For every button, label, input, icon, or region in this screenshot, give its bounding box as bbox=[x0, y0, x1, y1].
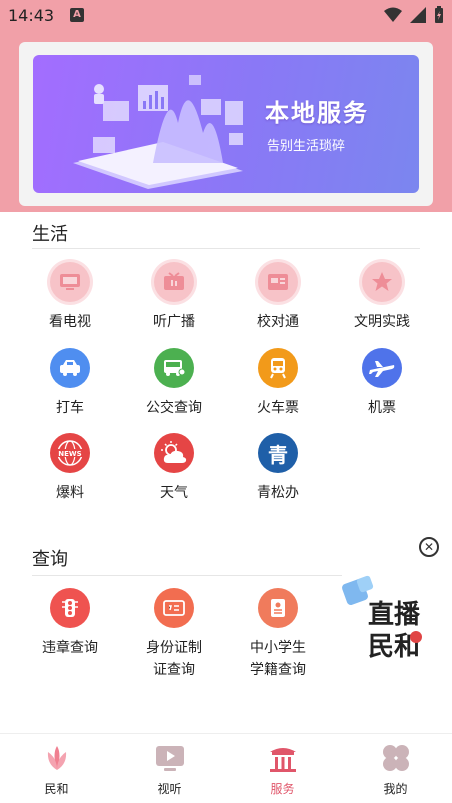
tab-media[interactable]: 视听 bbox=[113, 734, 226, 803]
bottom-tab-bar: 民和 视听 服务 我的 bbox=[0, 733, 452, 803]
qing-icon: 青 bbox=[258, 433, 298, 473]
service-label: 违章查询 bbox=[42, 640, 98, 656]
section-title-life: 生活 bbox=[32, 224, 68, 245]
news-icon: NEWS bbox=[50, 433, 90, 473]
wifi-icon bbox=[384, 7, 402, 22]
service-label: 看电视 bbox=[49, 314, 91, 330]
status-bar: 14:43 A bbox=[0, 0, 452, 32]
taxi-icon bbox=[50, 348, 90, 388]
service-label: 爆料 bbox=[56, 485, 84, 501]
service-item-student-record[interactable]: 中小学生 学籍查询 bbox=[226, 588, 330, 681]
battery-icon bbox=[435, 6, 443, 23]
tv-icon bbox=[50, 262, 90, 302]
train-icon bbox=[258, 348, 298, 388]
section-title-query: 查询 bbox=[32, 549, 68, 570]
banner-title: 本地服务 bbox=[265, 99, 369, 127]
service-item-civilization[interactable]: 文明实践 bbox=[330, 262, 434, 333]
service-label: 打车 bbox=[56, 400, 84, 416]
service-item-radio[interactable]: 听广播 bbox=[122, 262, 226, 333]
section-divider-life bbox=[32, 248, 420, 249]
tab-label: 服务 bbox=[270, 782, 295, 796]
tab-label: 我的 bbox=[383, 782, 408, 796]
service-label: 火车票 bbox=[257, 400, 299, 416]
banner-illustration bbox=[73, 75, 243, 189]
service-item-id-card[interactable]: 身份证制 证查询 bbox=[122, 588, 226, 681]
service-label: 校对通 bbox=[257, 314, 299, 330]
service-label: 身份证制 证查询 bbox=[146, 640, 202, 678]
service-item-news-tip[interactable]: NEWS 爆料 bbox=[18, 433, 122, 504]
plane-icon bbox=[362, 348, 402, 388]
float-ad-close-button[interactable]: ✕ bbox=[419, 537, 439, 557]
service-label: 听广播 bbox=[153, 314, 195, 330]
service-label: 天气 bbox=[160, 485, 188, 501]
service-label: 中小学生 学籍查询 bbox=[250, 640, 306, 678]
star-icon bbox=[362, 262, 402, 302]
bus-icon bbox=[154, 348, 194, 388]
section-divider-query bbox=[32, 575, 342, 576]
id-card-icon bbox=[154, 588, 194, 628]
float-ad-text-line1: 直播 bbox=[368, 600, 421, 630]
svg-text:NEWS: NEWS bbox=[58, 450, 81, 458]
service-item-traffic-violation[interactable]: 违章查询 bbox=[18, 588, 122, 659]
service-item-bus[interactable]: 公交查询 bbox=[122, 348, 226, 419]
tab-minhe[interactable]: 民和 bbox=[0, 734, 113, 803]
proofread-icon bbox=[258, 262, 298, 302]
tab-label: 视听 bbox=[157, 782, 182, 796]
tab-profile[interactable]: 我的 bbox=[339, 734, 452, 803]
sim-icon: A bbox=[70, 8, 84, 22]
live-broadcast-float-ad[interactable]: 直播 民和 bbox=[340, 575, 440, 670]
live-broadcast-logo: 直播 民和 bbox=[342, 575, 422, 662]
video-icon bbox=[154, 742, 186, 774]
service-item-proofread[interactable]: 校对通 bbox=[226, 262, 330, 333]
traffic-light-icon bbox=[50, 588, 90, 628]
service-label: 青松办 bbox=[257, 485, 299, 501]
clover-icon bbox=[380, 742, 412, 774]
service-item-qingsong[interactable]: 青 青松办 bbox=[226, 433, 330, 504]
service-item-taxi[interactable]: 打车 bbox=[18, 348, 122, 419]
service-item-train[interactable]: 火车票 bbox=[226, 348, 330, 419]
building-icon bbox=[267, 742, 299, 774]
tab-label: 民和 bbox=[44, 782, 69, 796]
status-time: 14:43 bbox=[8, 6, 55, 25]
service-item-flight[interactable]: 机票 bbox=[330, 348, 434, 419]
service-label: 公交查询 bbox=[146, 400, 202, 416]
status-icons bbox=[384, 6, 444, 24]
student-record-icon bbox=[258, 588, 298, 628]
local-service-banner[interactable]: 本地服务 告别生活琐碎 bbox=[33, 55, 419, 193]
weather-icon bbox=[154, 433, 194, 473]
radio-icon bbox=[154, 262, 194, 302]
service-item-tv[interactable]: 看电视 bbox=[18, 262, 122, 333]
service-label: 文明实践 bbox=[354, 314, 410, 330]
service-label: 机票 bbox=[368, 400, 396, 416]
service-item-weather[interactable]: 天气 bbox=[122, 433, 226, 504]
lotus-icon bbox=[41, 742, 73, 774]
signal-icon bbox=[410, 7, 426, 23]
banner-subtitle: 告别生活琐碎 bbox=[267, 139, 346, 154]
tab-service[interactable]: 服务 bbox=[226, 734, 339, 803]
